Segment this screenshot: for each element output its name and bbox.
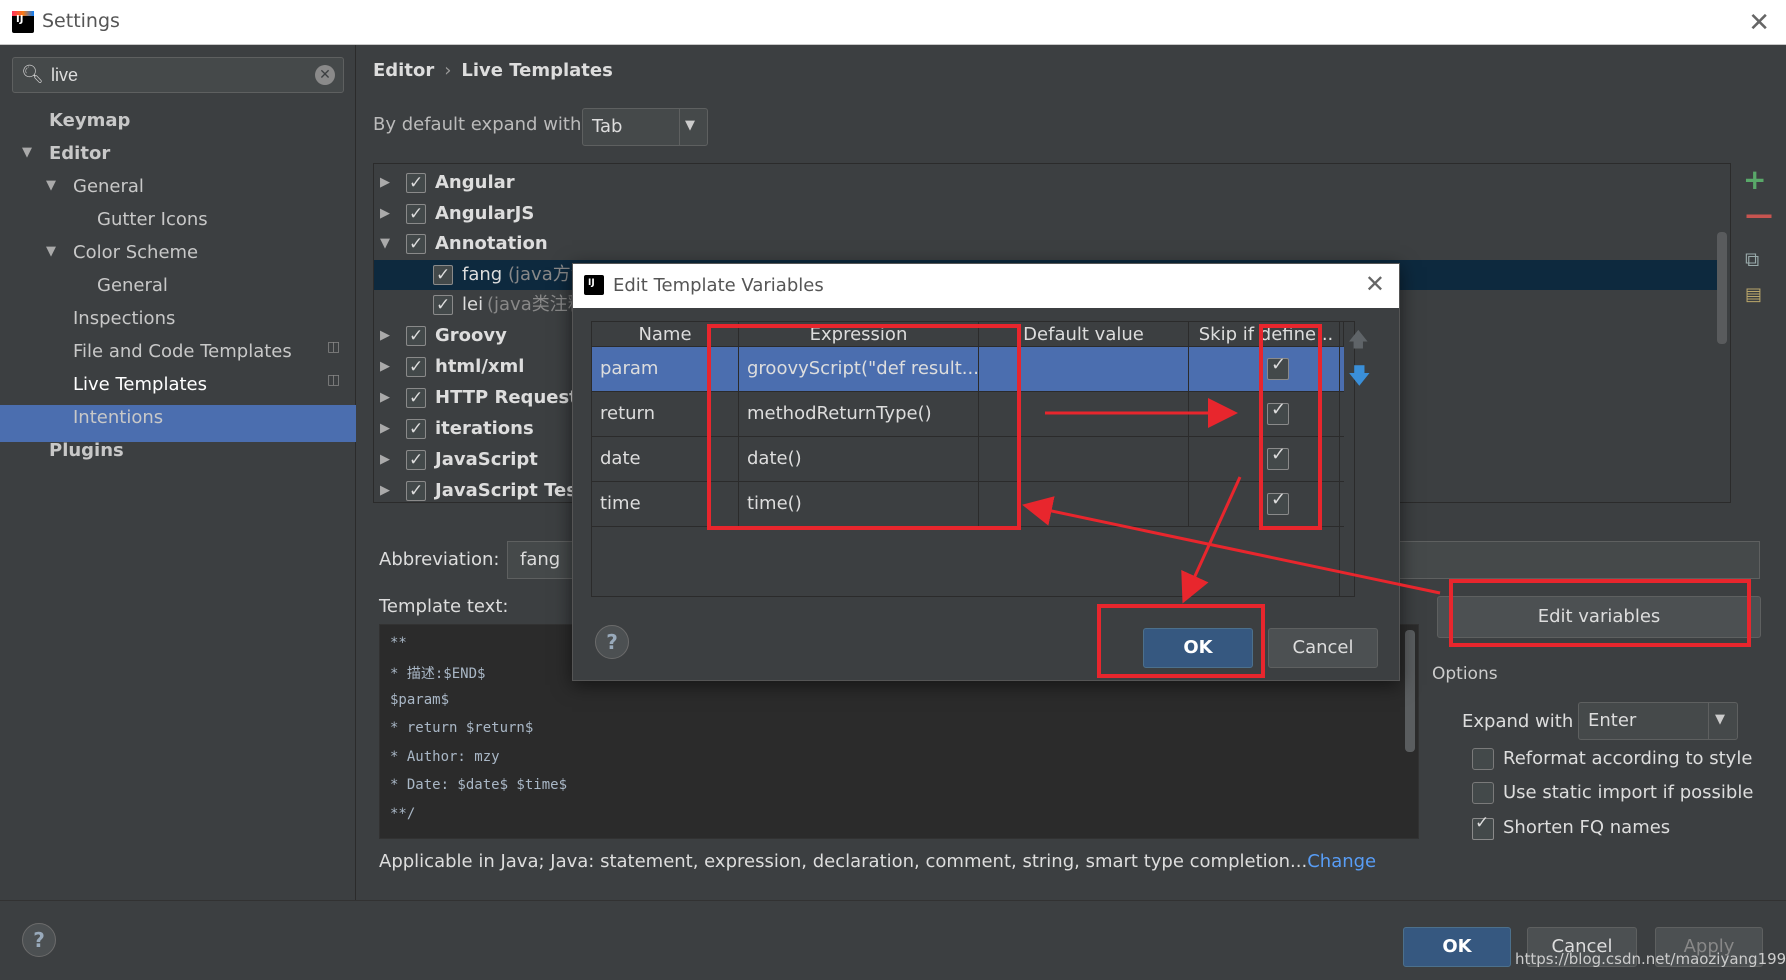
arrow-to-ok <box>1181 476 1242 604</box>
annotation-arrows <box>1022 398 1441 604</box>
arrow-to-expression <box>1022 496 1441 595</box>
